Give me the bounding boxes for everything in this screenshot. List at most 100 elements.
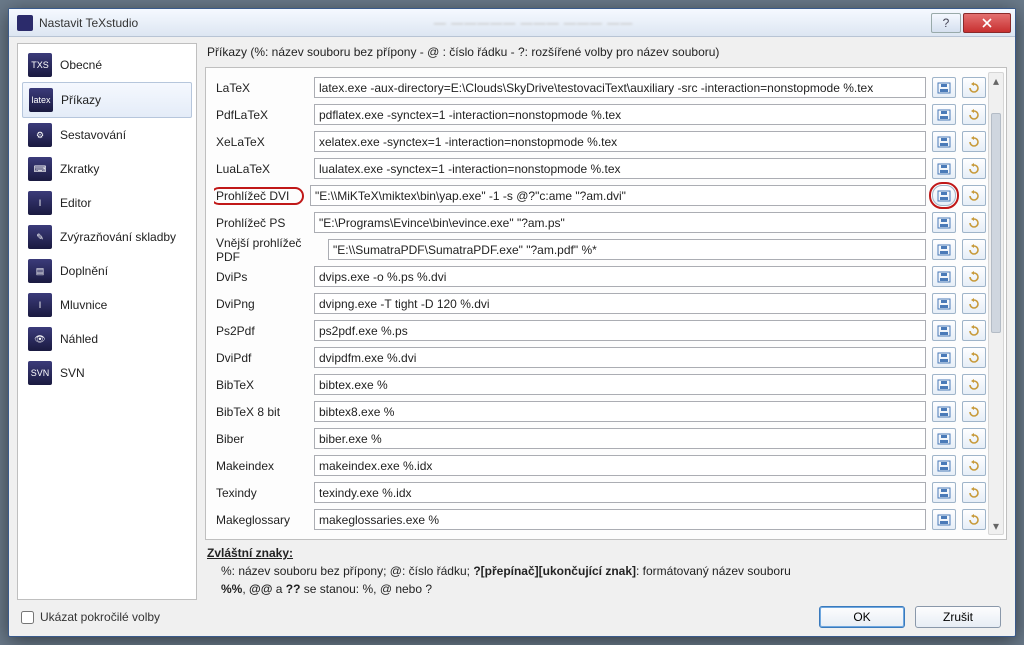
undo-icon xyxy=(967,514,981,526)
sidebar-label: Příkazy xyxy=(61,93,101,107)
special-line2: %%, @@ a ?? se stanou: %, @ nebo ? xyxy=(221,580,1005,598)
reset-button[interactable] xyxy=(962,77,986,98)
reset-button[interactable] xyxy=(962,239,986,260)
advanced-checkbox-input[interactable] xyxy=(21,611,34,624)
browse-button[interactable] xyxy=(932,347,956,368)
command-label: BibTeX xyxy=(214,378,308,392)
reset-button[interactable] xyxy=(962,509,986,530)
ok-button[interactable]: OK xyxy=(819,606,905,628)
reset-button[interactable] xyxy=(962,374,986,395)
reset-button[interactable] xyxy=(962,131,986,152)
browse-button[interactable] xyxy=(932,185,956,206)
disk-icon xyxy=(937,244,951,256)
cancel-button[interactable]: Zrušit xyxy=(915,606,1001,628)
command-input[interactable] xyxy=(314,401,926,422)
reset-button[interactable] xyxy=(962,266,986,287)
sidebar-icon: ⚙ xyxy=(28,123,52,147)
sidebar-item-7[interactable]: IMluvnice xyxy=(22,288,192,322)
sidebar-icon: SVN xyxy=(28,361,52,385)
undo-icon xyxy=(967,298,981,310)
sidebar-item-2[interactable]: ⚙Sestavování xyxy=(22,118,192,152)
browse-button[interactable] xyxy=(932,428,956,449)
reset-button[interactable] xyxy=(962,347,986,368)
reset-button[interactable] xyxy=(962,185,986,206)
command-input[interactable] xyxy=(314,158,926,179)
command-label: Biber xyxy=(214,432,308,446)
disk-icon xyxy=(937,325,951,337)
browse-button[interactable] xyxy=(932,320,956,341)
sidebar-item-8[interactable]: 👁Náhled xyxy=(22,322,192,356)
sidebar-label: Zkratky xyxy=(60,162,99,176)
command-row: Prohlížeč DVI xyxy=(214,182,986,209)
disk-icon xyxy=(937,487,951,499)
sidebar: TXSObecnélatexPříkazy⚙Sestavování⌨Zkratk… xyxy=(17,43,197,600)
command-input[interactable] xyxy=(314,509,926,530)
command-input[interactable] xyxy=(314,77,926,98)
command-input[interactable] xyxy=(314,347,926,368)
command-label: LuaLaTeX xyxy=(214,162,308,176)
browse-button[interactable] xyxy=(932,401,956,422)
browse-button[interactable] xyxy=(932,158,956,179)
reset-button[interactable] xyxy=(962,104,986,125)
sidebar-label: Doplnění xyxy=(60,264,108,278)
disk-icon xyxy=(937,406,951,418)
browse-button[interactable] xyxy=(932,482,956,503)
disk-icon xyxy=(937,136,951,148)
command-input[interactable] xyxy=(314,374,926,395)
dialog-window: Nastavit TeXstudio — ————— ——— ——— —— ? … xyxy=(8,8,1016,637)
close-button[interactable] xyxy=(963,13,1011,33)
sidebar-item-6[interactable]: ▤Doplnění xyxy=(22,254,192,288)
command-input[interactable] xyxy=(314,428,926,449)
sidebar-item-3[interactable]: ⌨Zkratky xyxy=(22,152,192,186)
browse-button[interactable] xyxy=(932,239,956,260)
browse-button[interactable] xyxy=(932,293,956,314)
scrollbar[interactable]: ▴ ▾ xyxy=(988,72,1004,535)
reset-button[interactable] xyxy=(962,293,986,314)
command-input[interactable] xyxy=(310,185,926,206)
command-input[interactable] xyxy=(314,320,926,341)
sidebar-item-5[interactable]: ✎Zvýrazňování skladby xyxy=(22,220,192,254)
reset-button[interactable] xyxy=(962,212,986,233)
command-row: BibTeX 8 bit xyxy=(214,398,986,425)
command-input[interactable] xyxy=(314,212,926,233)
browse-button[interactable] xyxy=(932,266,956,287)
undo-icon xyxy=(967,82,981,94)
reset-button[interactable] xyxy=(962,158,986,179)
sidebar-item-1[interactable]: latexPříkazy xyxy=(22,82,192,118)
command-label: Texindy xyxy=(214,486,308,500)
command-input[interactable] xyxy=(314,104,926,125)
browse-button[interactable] xyxy=(932,131,956,152)
scroll-up-icon: ▴ xyxy=(989,73,1003,89)
browse-button[interactable] xyxy=(932,77,956,98)
sidebar-item-0[interactable]: TXSObecné xyxy=(22,48,192,82)
reset-button[interactable] xyxy=(962,320,986,341)
browse-button[interactable] xyxy=(932,455,956,476)
help-button[interactable]: ? xyxy=(931,13,961,33)
command-label: Makeglossary xyxy=(214,513,308,527)
browse-button[interactable] xyxy=(932,374,956,395)
sidebar-item-9[interactable]: SVNSVN xyxy=(22,356,192,390)
scroll-thumb[interactable] xyxy=(991,113,1001,333)
reset-button[interactable] xyxy=(962,455,986,476)
reset-button[interactable] xyxy=(962,401,986,422)
sidebar-item-4[interactable]: IEditor xyxy=(22,186,192,220)
command-input[interactable] xyxy=(314,266,926,287)
browse-button[interactable] xyxy=(932,509,956,530)
browse-button[interactable] xyxy=(932,212,956,233)
command-row: Biber xyxy=(214,425,986,452)
disk-icon xyxy=(937,163,951,175)
disk-icon xyxy=(937,298,951,310)
command-input[interactable] xyxy=(314,482,926,503)
titlebar: Nastavit TeXstudio — ————— ——— ——— —— ? xyxy=(9,9,1015,37)
command-input[interactable] xyxy=(314,131,926,152)
advanced-checkbox[interactable]: Ukázat pokročilé volby xyxy=(17,610,160,624)
command-input[interactable] xyxy=(314,293,926,314)
command-input[interactable] xyxy=(328,239,926,260)
reset-button[interactable] xyxy=(962,428,986,449)
command-input[interactable] xyxy=(314,455,926,476)
command-row: Texindy xyxy=(214,479,986,506)
main-panel: Příkazy (%: název souboru bez přípony - … xyxy=(205,43,1007,600)
browse-button[interactable] xyxy=(932,104,956,125)
disk-icon xyxy=(937,217,951,229)
reset-button[interactable] xyxy=(962,482,986,503)
